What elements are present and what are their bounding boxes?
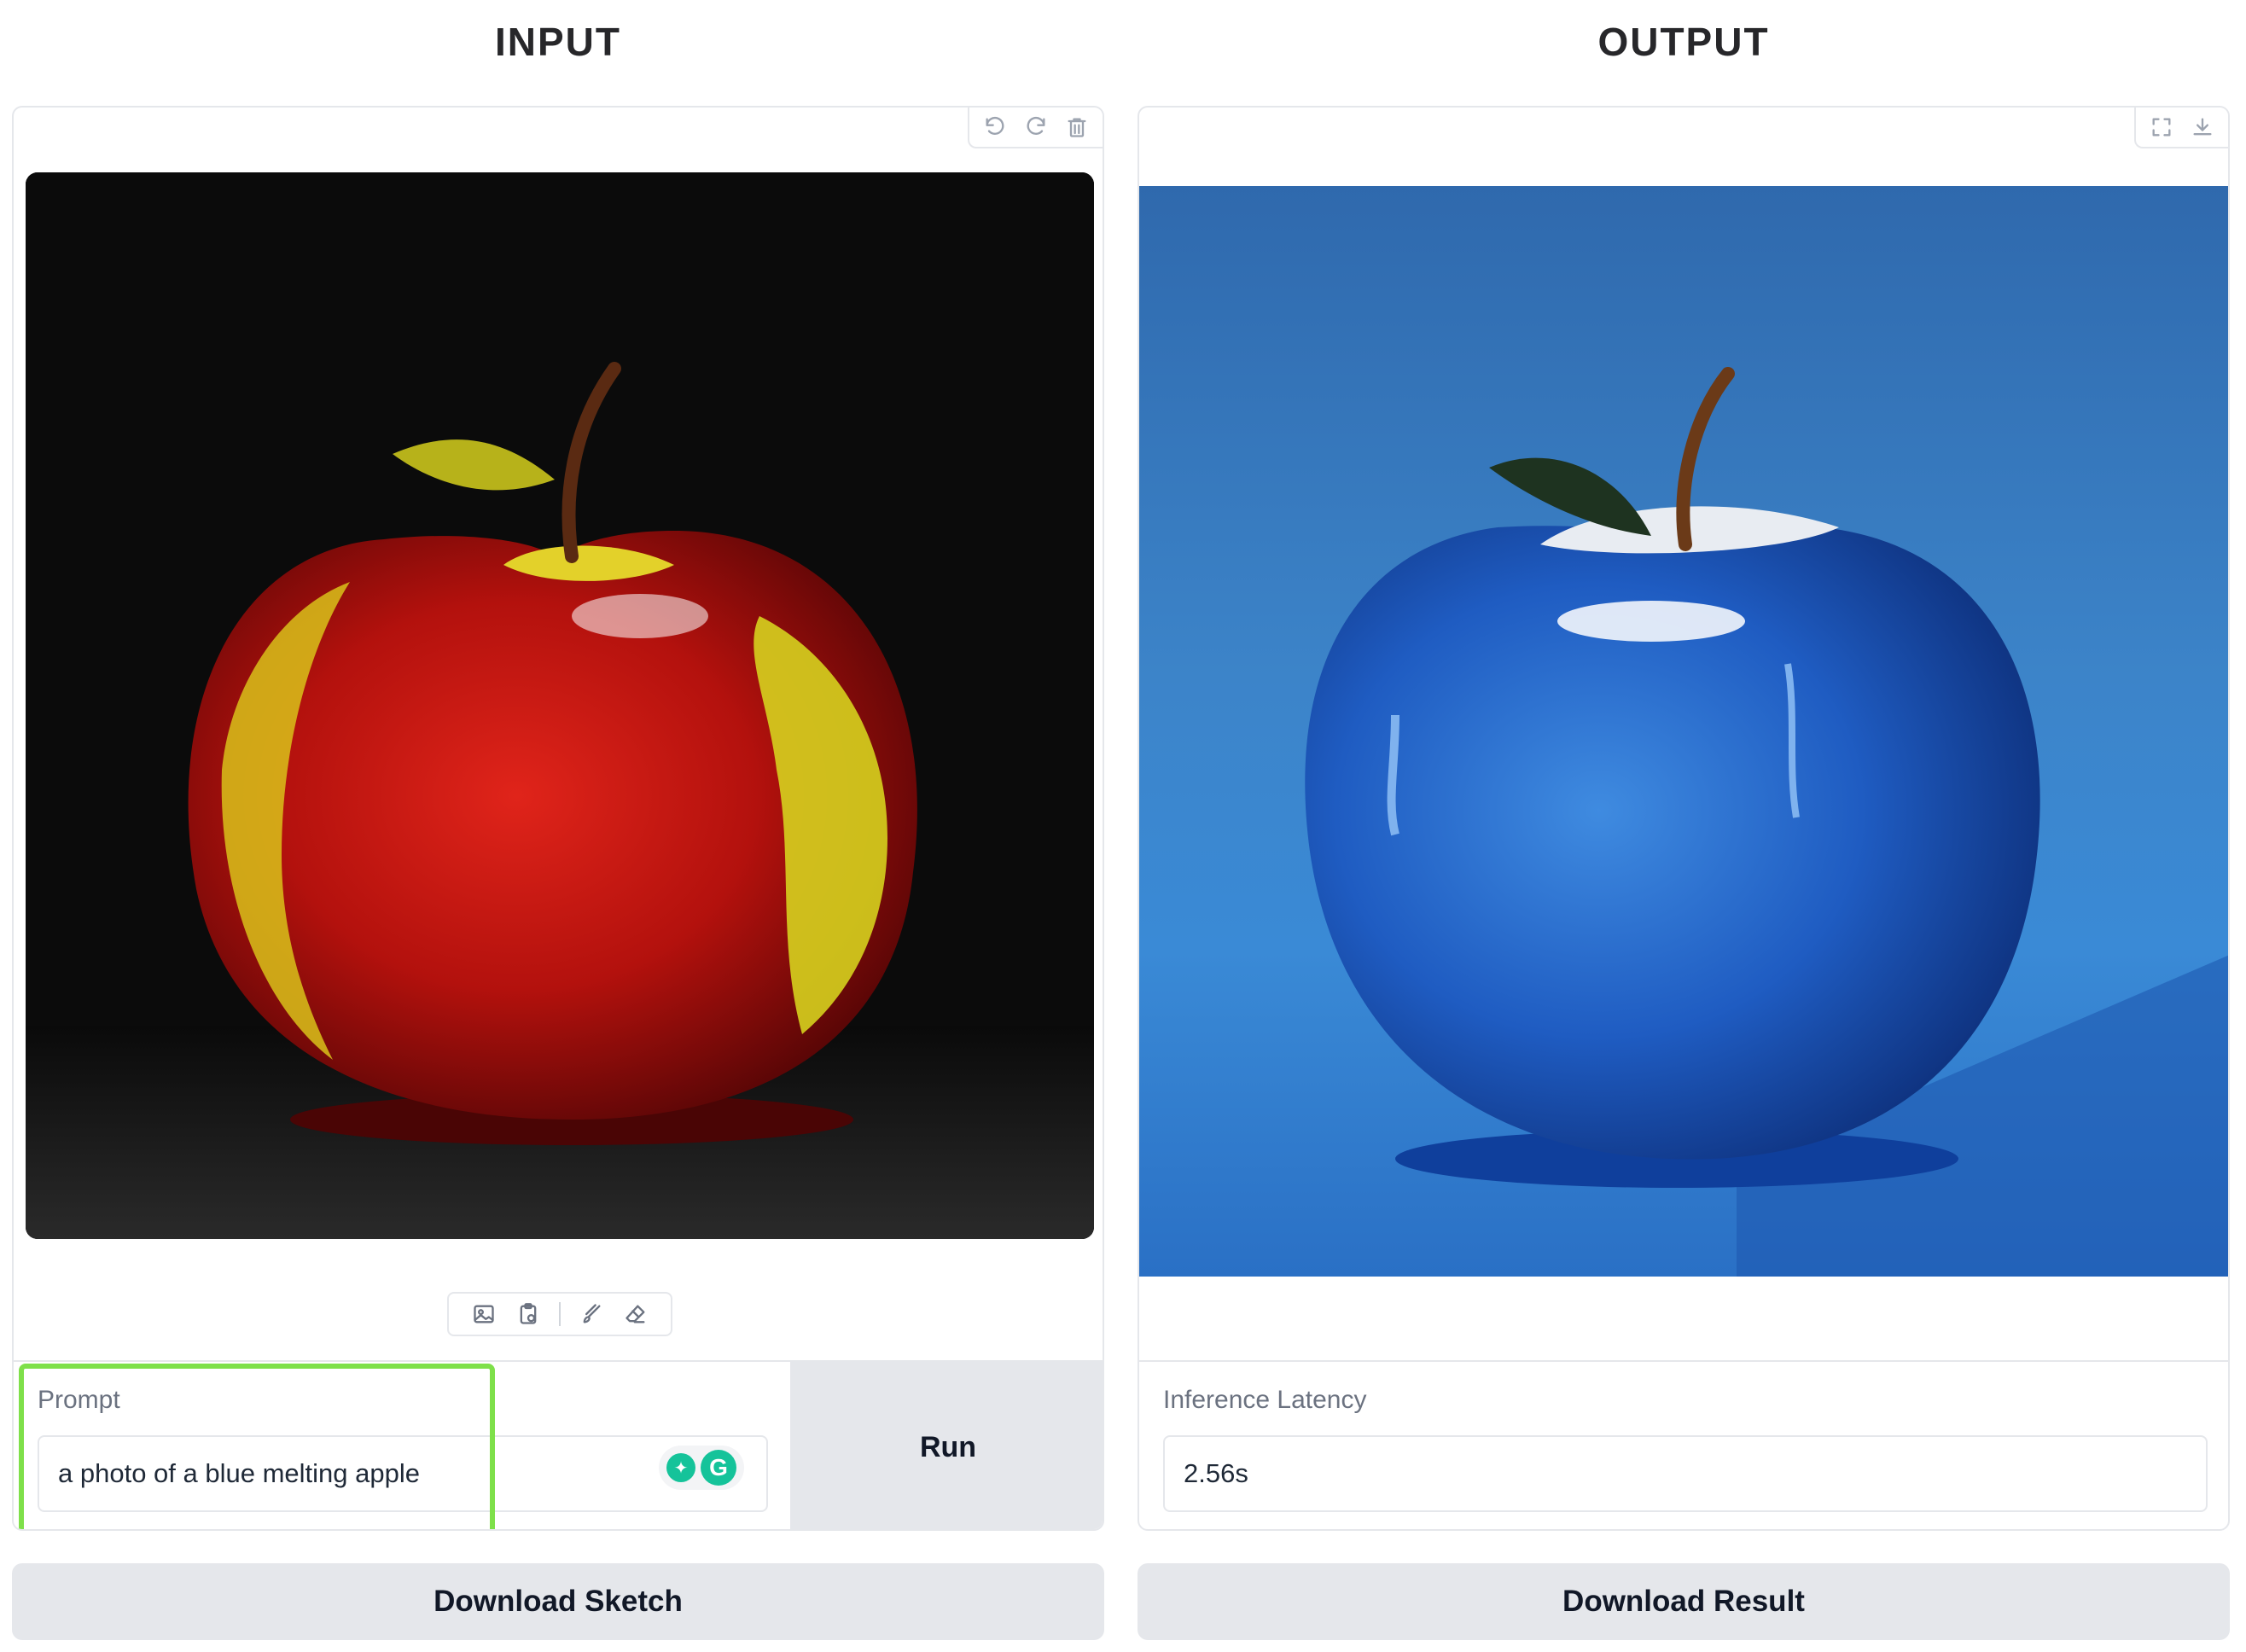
clipboard-paste-icon[interactable] bbox=[509, 1295, 547, 1333]
sketch-tools-bar bbox=[447, 1292, 672, 1336]
image-toolbar bbox=[2134, 108, 2228, 148]
grammarly-icon[interactable]: G bbox=[701, 1450, 736, 1486]
fullscreen-icon[interactable] bbox=[2143, 108, 2180, 146]
lightbulb-icon[interactable]: ✦ bbox=[666, 1453, 695, 1482]
prompt-row: Prompt a photo of a blue melting apple ✦… bbox=[14, 1360, 1103, 1529]
red-apple-image bbox=[26, 172, 1094, 1239]
prompt-block: Prompt a photo of a blue melting apple ✦… bbox=[14, 1362, 790, 1529]
input-sketch-canvas[interactable] bbox=[26, 172, 1094, 1239]
canvas-toolbar bbox=[968, 108, 1103, 148]
download-sketch-button[interactable]: Download Sketch bbox=[12, 1563, 1104, 1640]
run-button[interactable]: Run bbox=[790, 1362, 1103, 1529]
blue-apple-image bbox=[1305, 367, 2228, 1277]
latency-row: Inference Latency 2.56s bbox=[1139, 1360, 2228, 1529]
undo-icon[interactable] bbox=[976, 108, 1014, 146]
download-result-button[interactable]: Download Result bbox=[1138, 1563, 2230, 1640]
input-heading: INPUT bbox=[495, 20, 621, 64]
input-panel: Prompt a photo of a blue melting apple ✦… bbox=[12, 106, 1104, 1531]
toolbar-divider bbox=[559, 1302, 561, 1326]
output-image bbox=[1139, 186, 2228, 1277]
prompt-text: a photo of a blue melting apple bbox=[58, 1458, 420, 1488]
redo-icon[interactable] bbox=[1017, 108, 1055, 146]
output-heading: OUTPUT bbox=[1597, 20, 1770, 64]
grammarly-widget[interactable]: ✦ G bbox=[659, 1446, 744, 1490]
brush-icon[interactable] bbox=[573, 1295, 610, 1333]
image-upload-icon[interactable] bbox=[465, 1295, 503, 1333]
eraser-icon[interactable] bbox=[617, 1295, 655, 1333]
prompt-input[interactable]: a photo of a blue melting apple ✦ G bbox=[38, 1435, 768, 1512]
output-panel: Inference Latency 2.56s bbox=[1138, 106, 2230, 1531]
trash-icon[interactable] bbox=[1058, 108, 1096, 146]
latency-label: Inference Latency bbox=[1163, 1386, 1367, 1414]
prompt-label: Prompt bbox=[38, 1386, 120, 1414]
latency-field: 2.56s bbox=[1163, 1435, 2208, 1512]
download-icon[interactable] bbox=[2184, 108, 2221, 146]
